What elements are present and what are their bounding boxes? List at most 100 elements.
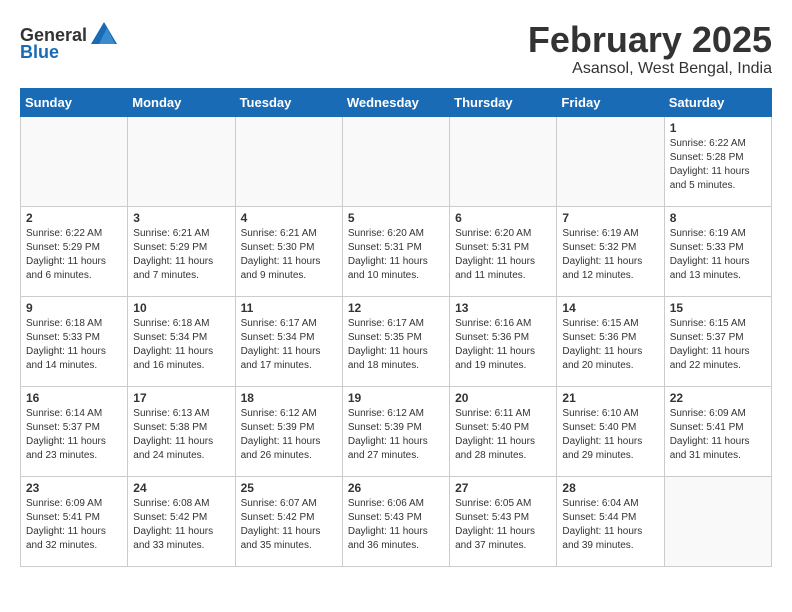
table-row: 24Sunrise: 6:08 AMSunset: 5:42 PMDayligh… — [128, 476, 235, 566]
day-number: 6 — [455, 211, 551, 225]
day-number: 27 — [455, 481, 551, 495]
day-number: 17 — [133, 391, 229, 405]
day-info: Sunrise: 6:13 AMSunset: 5:38 PMDaylight:… — [133, 407, 229, 463]
day-number: 21 — [562, 391, 658, 405]
table-row — [450, 116, 557, 206]
day-number: 28 — [562, 481, 658, 495]
table-row: 13Sunrise: 6:16 AMSunset: 5:36 PMDayligh… — [450, 296, 557, 386]
month-title: February 2025 — [528, 20, 772, 60]
day-info: Sunrise: 6:12 AMSunset: 5:39 PMDaylight:… — [241, 407, 337, 463]
col-thursday: Thursday — [450, 88, 557, 116]
day-number: 9 — [26, 301, 122, 315]
table-row: 3 Sunrise: 6:21 AMSunset: 5:29 PMDaylight… — [128, 206, 235, 296]
table-row: 26Sunrise: 6:06 AMSunset: 5:43 PMDayligh… — [342, 476, 449, 566]
day-info: Sunrise: 6:20 AMSunset: 5:31 PMDaylight:… — [348, 227, 444, 283]
page: General Blue February 2025 Asansol, West… — [0, 0, 792, 577]
day-info: Sunrise: 6:21 AMSunset: 5:30 PMDaylight:… — [241, 227, 337, 283]
day-number: 15 — [670, 301, 766, 315]
header: General Blue February 2025 Asansol, West… — [20, 20, 772, 78]
day-info: Sunrise: 6:04 AMSunset: 5:44 PMDaylight:… — [562, 497, 658, 553]
logo: General Blue — [20, 20, 119, 63]
table-row — [21, 116, 128, 206]
day-number: 19 — [348, 391, 444, 405]
table-row: 25Sunrise: 6:07 AMSunset: 5:42 PMDayligh… — [235, 476, 342, 566]
day-number: 5 — [348, 211, 444, 225]
day-number: 8 — [670, 211, 766, 225]
calendar-week-row: 23 Sunrise: 6:09 AMSunset: 5:41 PMDayligh… — [21, 476, 772, 566]
location: Asansol, West Bengal, India — [528, 60, 772, 78]
table-row: 14 Sunrise: 6:15 AMSunset: 5:36 PMDayligh… — [557, 296, 664, 386]
table-row — [342, 116, 449, 206]
day-number: 10 — [133, 301, 229, 315]
day-info: Sunrise: 6:17 AMSunset: 5:34 PMDaylight:… — [241, 317, 337, 373]
day-info: Sunrise: 6:09 AMSunset: 5:41 PMDaylight:… — [670, 407, 766, 463]
table-row: 12 Sunrise: 6:17 AMSunset: 5:35 PMDayligh… — [342, 296, 449, 386]
table-row: 27 Sunrise: 6:05 AMSunset: 5:43 PMDayligh… — [450, 476, 557, 566]
col-wednesday: Wednesday — [342, 88, 449, 116]
day-info: Sunrise: 6:14 AMSunset: 5:37 PMDaylight:… — [26, 407, 122, 463]
table-row: 8Sunrise: 6:19 AMSunset: 5:33 PMDaylight… — [664, 206, 771, 296]
col-saturday: Saturday — [664, 88, 771, 116]
day-number: 16 — [26, 391, 122, 405]
table-row: 15Sunrise: 6:15 AMSunset: 5:37 PMDayligh… — [664, 296, 771, 386]
table-row: 10 Sunrise: 6:18 AMSunset: 5:34 PMDayligh… — [128, 296, 235, 386]
day-info: Sunrise: 6:19 AMSunset: 5:32 PMDaylight:… — [562, 227, 658, 283]
day-number: 11 — [241, 301, 337, 315]
day-number: 24 — [133, 481, 229, 495]
day-number: 26 — [348, 481, 444, 495]
day-info: Sunrise: 6:11 AMSunset: 5:40 PMDaylight:… — [455, 407, 551, 463]
day-number: 3 — [133, 211, 229, 225]
table-row: 28 Sunrise: 6:04 AMSunset: 5:44 PMDayligh… — [557, 476, 664, 566]
calendar-week-row: 9 Sunrise: 6:18 AMSunset: 5:33 PMDaylight… — [21, 296, 772, 386]
day-number: 1 — [670, 121, 766, 135]
calendar-week-row: 2Sunrise: 6:22 AMSunset: 5:29 PMDaylight… — [21, 206, 772, 296]
table-row: 22Sunrise: 6:09 AMSunset: 5:41 PMDayligh… — [664, 386, 771, 476]
day-number: 14 — [562, 301, 658, 315]
table-row: 7 Sunrise: 6:19 AMSunset: 5:32 PMDaylight… — [557, 206, 664, 296]
day-info: Sunrise: 6:18 AMSunset: 5:33 PMDaylight:… — [26, 317, 122, 373]
day-number: 18 — [241, 391, 337, 405]
table-row: 2Sunrise: 6:22 AMSunset: 5:29 PMDaylight… — [21, 206, 128, 296]
calendar: Sunday Monday Tuesday Wednesday Thursday… — [20, 88, 772, 567]
table-row: 17 Sunrise: 6:13 AMSunset: 5:38 PMDayligh… — [128, 386, 235, 476]
table-row: 11 Sunrise: 6:17 AMSunset: 5:34 PMDayligh… — [235, 296, 342, 386]
table-row — [235, 116, 342, 206]
day-number: 20 — [455, 391, 551, 405]
table-row: 16 Sunrise: 6:14 AMSunset: 5:37 PMDayligh… — [21, 386, 128, 476]
col-friday: Friday — [557, 88, 664, 116]
calendar-header-row: Sunday Monday Tuesday Wednesday Thursday… — [21, 88, 772, 116]
table-row: 6 Sunrise: 6:20 AMSunset: 5:31 PMDaylight… — [450, 206, 557, 296]
table-row: 20 Sunrise: 6:11 AMSunset: 5:40 PMDayligh… — [450, 386, 557, 476]
table-row: 5 Sunrise: 6:20 AMSunset: 5:31 PMDaylight… — [342, 206, 449, 296]
title-block: February 2025 Asansol, West Bengal, Indi… — [528, 20, 772, 78]
day-number: 25 — [241, 481, 337, 495]
day-info: Sunrise: 6:16 AMSunset: 5:36 PMDaylight:… — [455, 317, 551, 373]
col-monday: Monday — [128, 88, 235, 116]
day-info: Sunrise: 6:05 AMSunset: 5:43 PMDaylight:… — [455, 497, 551, 553]
day-info: Sunrise: 6:12 AMSunset: 5:39 PMDaylight:… — [348, 407, 444, 463]
day-info: Sunrise: 6:21 AMSunset: 5:29 PMDaylight:… — [133, 227, 229, 283]
table-row — [128, 116, 235, 206]
table-row: 4 Sunrise: 6:21 AMSunset: 5:30 PMDaylight… — [235, 206, 342, 296]
calendar-week-row: 16 Sunrise: 6:14 AMSunset: 5:37 PMDayligh… — [21, 386, 772, 476]
day-info: Sunrise: 6:22 AMSunset: 5:28 PMDaylight:… — [670, 137, 766, 193]
logo-blue-text: Blue — [20, 42, 59, 63]
day-info: Sunrise: 6:09 AMSunset: 5:41 PMDaylight:… — [26, 497, 122, 553]
day-number: 4 — [241, 211, 337, 225]
day-number: 2 — [26, 211, 122, 225]
table-row — [664, 476, 771, 566]
day-info: Sunrise: 6:18 AMSunset: 5:34 PMDaylight:… — [133, 317, 229, 373]
table-row: 23 Sunrise: 6:09 AMSunset: 5:41 PMDayligh… — [21, 476, 128, 566]
day-info: Sunrise: 6:15 AMSunset: 5:36 PMDaylight:… — [562, 317, 658, 373]
logo-icon — [89, 20, 119, 50]
table-row: 21Sunrise: 6:10 AMSunset: 5:40 PMDayligh… — [557, 386, 664, 476]
col-tuesday: Tuesday — [235, 88, 342, 116]
day-number: 7 — [562, 211, 658, 225]
day-number: 12 — [348, 301, 444, 315]
day-info: Sunrise: 6:20 AMSunset: 5:31 PMDaylight:… — [455, 227, 551, 283]
table-row: 19 Sunrise: 6:12 AMSunset: 5:39 PMDayligh… — [342, 386, 449, 476]
table-row: 18 Sunrise: 6:12 AMSunset: 5:39 PMDayligh… — [235, 386, 342, 476]
col-sunday: Sunday — [21, 88, 128, 116]
day-number: 23 — [26, 481, 122, 495]
day-info: Sunrise: 6:17 AMSunset: 5:35 PMDaylight:… — [348, 317, 444, 373]
